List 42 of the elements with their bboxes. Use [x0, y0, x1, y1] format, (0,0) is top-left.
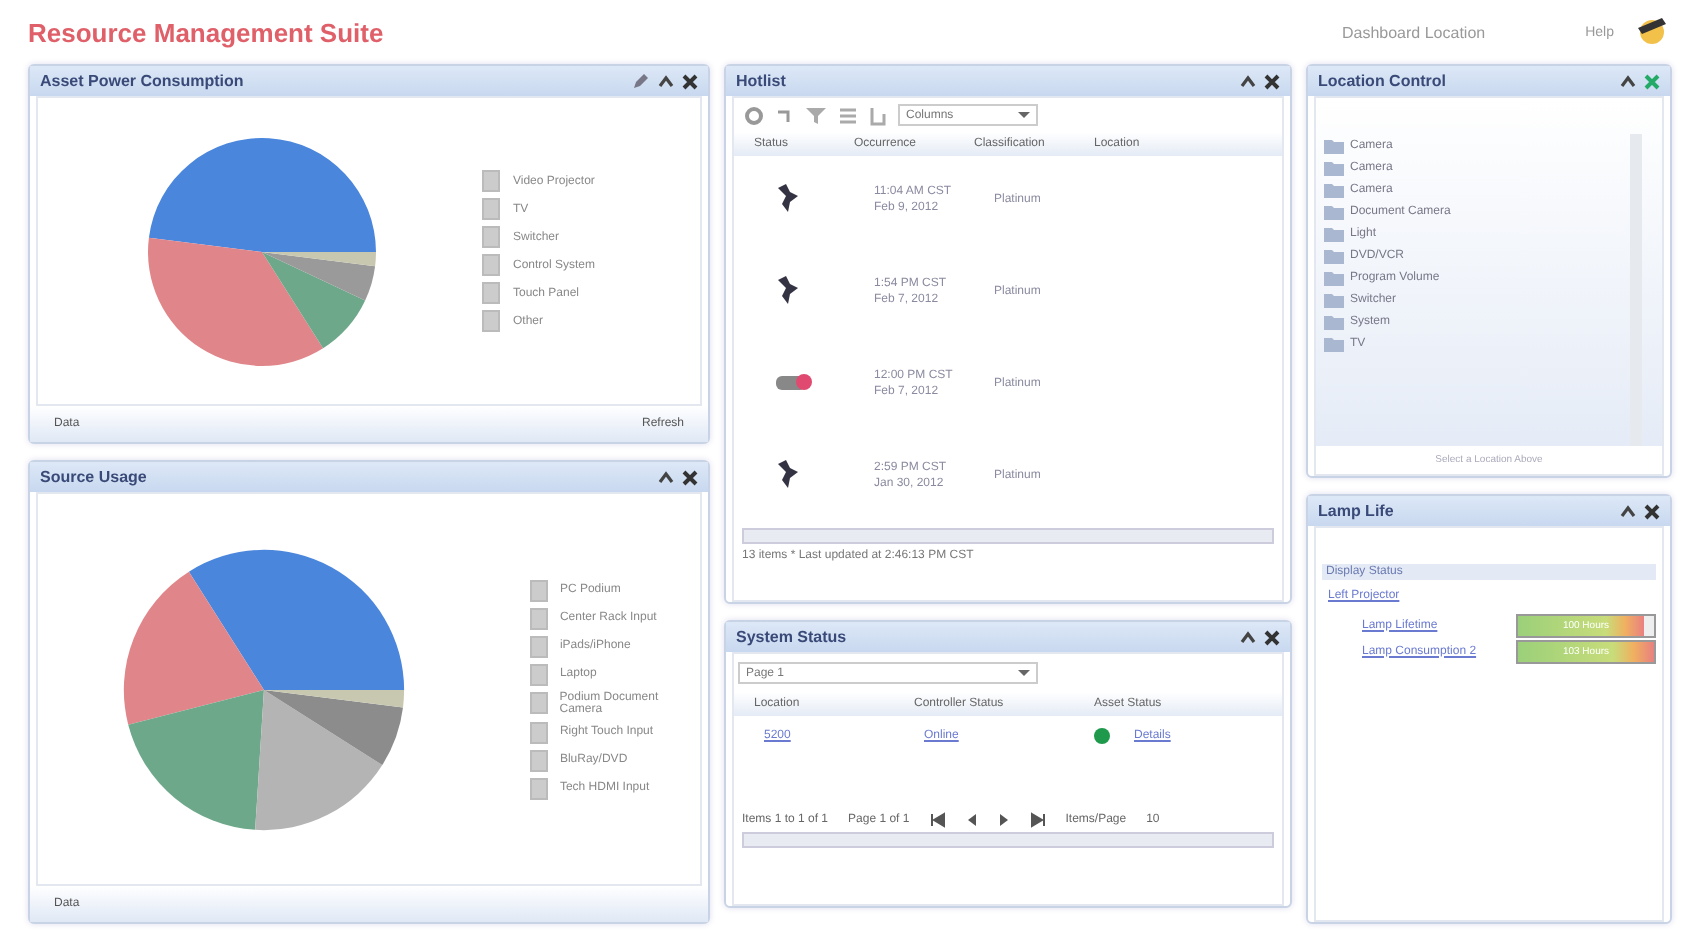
horizontal-scrollbar[interactable] — [742, 528, 1274, 544]
location-label: Dashboard Location — [1341, 23, 1486, 41]
minimize-icon[interactable] — [1240, 629, 1256, 645]
legend-swatch — [529, 721, 548, 743]
minimize-icon[interactable] — [1240, 73, 1256, 89]
panel-title: Lamp Life — [1318, 502, 1396, 520]
close-icon[interactable] — [1644, 503, 1660, 519]
minimize-icon[interactable] — [658, 469, 674, 485]
gear-icon[interactable] — [744, 105, 764, 125]
legend-swatch — [529, 777, 548, 799]
panel-title: Hotlist — [736, 72, 788, 90]
panel-title: System Status — [736, 628, 849, 646]
close-icon[interactable] — [682, 469, 698, 485]
legend-swatch — [529, 607, 548, 629]
last-page-icon[interactable] — [1029, 812, 1046, 828]
pencil-icon[interactable] — [632, 72, 650, 90]
panel-title: Location Control — [1318, 72, 1448, 90]
legend-swatch — [482, 198, 501, 220]
panel-title: Asset Power Consumption — [40, 72, 246, 90]
minimize-icon[interactable] — [658, 73, 674, 89]
legend-swatch — [482, 170, 501, 192]
legend-swatch — [482, 254, 501, 276]
panel-title: Source Usage — [40, 468, 149, 486]
legend-swatch — [529, 749, 548, 771]
horizontal-scrollbar[interactable] — [742, 832, 1274, 848]
minimize-icon[interactable] — [1620, 503, 1636, 519]
close-icon[interactable] — [1264, 629, 1280, 645]
legend-swatch — [482, 226, 501, 248]
previous-page-icon[interactable] — [965, 812, 978, 828]
legend-swatch — [482, 310, 501, 332]
legend-swatch — [529, 663, 548, 685]
legend-swatch — [529, 635, 548, 657]
close-icon[interactable] — [1264, 73, 1280, 89]
first-page-icon[interactable] — [929, 812, 946, 828]
user-icon[interactable] — [1634, 16, 1670, 48]
minimize-icon[interactable] — [1620, 73, 1636, 89]
close-icon[interactable] — [682, 73, 698, 89]
app-title: Resource Management Suite — [28, 17, 386, 47]
legend-swatch — [529, 579, 548, 601]
next-page-icon[interactable] — [997, 812, 1010, 828]
legend-swatch — [529, 692, 548, 714]
legend-swatch — [482, 282, 501, 304]
